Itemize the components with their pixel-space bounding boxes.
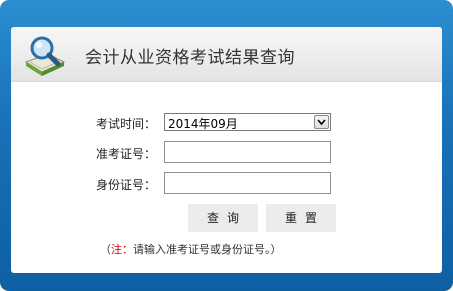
exam-time-select[interactable]: 2014年09月	[164, 113, 331, 131]
note-open-paren: （	[100, 243, 111, 256]
ticket-number-input[interactable]	[164, 141, 331, 163]
query-button[interactable]: 查询	[188, 204, 258, 232]
page-title: 会计从业资格考试结果查询	[85, 48, 295, 68]
reset-button[interactable]: 重置	[266, 204, 336, 232]
note-close-paren: ）	[270, 243, 282, 256]
id-number-input[interactable]	[164, 172, 331, 194]
chevron-down-icon[interactable]	[314, 115, 329, 129]
note-text: 请输入准考证号或身份证号。	[133, 243, 271, 256]
id-label: 身份证号：	[96, 178, 157, 192]
panel-header: 会计从业资格考试结果查询	[11, 27, 442, 82]
exam-time-selected-value: 2014年09月	[168, 117, 238, 131]
outer-frame: 会计从业资格考试结果查询 考试时间： 2014年09月 准考证号： 身份证号： …	[0, 0, 453, 291]
exam-time-label: 考试时间：	[96, 117, 157, 131]
hint-note: （注：请输入准考证号或身份证号。）	[100, 241, 282, 257]
note-prefix: 注：	[111, 243, 133, 256]
query-panel: 会计从业资格考试结果查询 考试时间： 2014年09月 准考证号： 身份证号： …	[11, 27, 442, 273]
ticket-label: 准考证号：	[96, 147, 157, 161]
magnifier-book-icon	[20, 32, 68, 80]
